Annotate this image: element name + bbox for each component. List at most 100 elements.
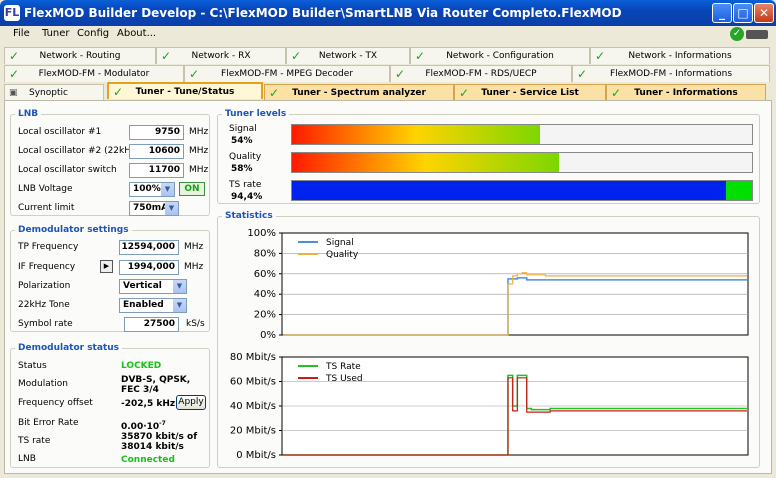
lnb-on-button[interactable]: ON <box>179 182 205 196</box>
tp-frequency-label: TP Frequency <box>18 242 79 252</box>
apply-button[interactable]: Apply <box>176 395 206 410</box>
menu-config[interactable]: Config <box>77 28 109 39</box>
ber-mantissa: 0.00·10 <box>121 422 160 432</box>
ts-rate-tick-label: 40 Mbit/s <box>230 401 276 412</box>
app-icon: FL <box>4 5 20 21</box>
current-limit-value: 750mA <box>133 203 169 213</box>
quality-bar <box>291 152 753 173</box>
tab-tuner-tune-status[interactable]: ✓ Tuner - Tune/Status <box>107 82 263 99</box>
tab-network-tx[interactable]: ✓ Network - TX <box>286 47 410 64</box>
ber-value: 0.00·10-7 <box>121 419 166 432</box>
lo1-input[interactable]: 9750 <box>129 125 184 140</box>
ts-rate-legend-label: TS Used <box>325 374 363 384</box>
tab-fm-modulator[interactable]: ✓ FlexMOD-FM - Modulator <box>4 65 184 82</box>
ts-rate-tick-label: 80 Mbit/s <box>230 352 276 363</box>
symbol-rate-unit: kS/s <box>186 319 205 329</box>
polarization-select[interactable]: Vertical ▼ <box>119 279 187 294</box>
synoptic-icon: ▣ <box>9 88 18 98</box>
ts-level-bar <box>291 180 753 201</box>
play-icon[interactable]: ▶ <box>100 260 113 273</box>
modulation-value-line2: FEC 3/4 <box>121 385 159 395</box>
tab-network-configuration[interactable]: ✓ Network - Configuration <box>410 47 590 64</box>
check-icon: ✓ <box>595 49 606 63</box>
tab-network-rx[interactable]: ✓ Network - RX <box>156 47 286 64</box>
ts-rate-tick-label: 0 Mbit/s <box>236 450 276 461</box>
tab-network-informations[interactable]: ✓ Network - Informations <box>590 47 770 64</box>
demod-settings-group: Demodulator settings TP Frequency 12594,… <box>10 225 210 332</box>
demod-settings-title: Demodulator settings <box>15 225 132 235</box>
close-button[interactable]: ✕ <box>754 3 774 23</box>
tab-tuner-informations[interactable]: ✓ Tuner - Informations <box>606 84 766 101</box>
menu-tuner[interactable]: Tuner <box>42 28 70 39</box>
lo1-unit: MHz <box>189 127 209 137</box>
minimize-button[interactable]: _ <box>712 3 732 23</box>
ber-label: Bit Error Rate <box>18 418 79 428</box>
current-limit-label: Current limit <box>18 203 75 213</box>
tone-value: Enabled <box>123 300 164 310</box>
tp-frequency-input[interactable]: 12594,000 <box>119 240 179 255</box>
ts-rate-value-line1: 35870 kbit/s of <box>121 432 198 442</box>
signal-quality-legend-label: Quality <box>326 250 359 260</box>
menu-file[interactable]: File <box>13 28 30 39</box>
lo-switch-label: Local oscillator switch <box>18 165 117 175</box>
signal-quality-tick-label: 0% <box>260 330 276 341</box>
if-frequency-input[interactable]: 1994,000 <box>119 260 179 275</box>
signal-quality-tick-label: 20% <box>254 310 276 321</box>
modulation-label: Modulation <box>18 379 68 389</box>
tone-select[interactable]: Enabled ▼ <box>119 298 187 313</box>
signal-bar <box>291 124 753 145</box>
check-icon: ✓ <box>189 67 200 81</box>
lo2-input[interactable]: 10600 <box>129 144 184 159</box>
tab-content: LNB Local oscillator #1 9750 MHz Local o… <box>4 100 772 474</box>
lnb-status-label: LNB <box>18 454 36 464</box>
chevron-down-icon: ▼ <box>161 183 174 196</box>
statistics-title: Statistics <box>222 211 276 221</box>
tab-fm-informations[interactable]: ✓ FlexMOD-FM - Informations <box>572 65 770 82</box>
ts-rate-legend-label: TS Rate <box>325 362 361 372</box>
signal-quality-plot-area <box>281 232 749 336</box>
signal-label: Signal <box>229 124 257 134</box>
signal-percent: 54% <box>231 136 253 146</box>
check-icon: ✓ <box>415 49 426 63</box>
signal-quality-tick-label: 80% <box>254 248 276 259</box>
window-title: FlexMOD Builder Develop - C:\FlexMOD Bui… <box>24 6 622 20</box>
tab-synoptic[interactable]: ▣ Synoptic <box>4 84 104 101</box>
frequency-offset-value: -202,5 kHz <box>121 399 176 409</box>
maximize-button[interactable]: □ <box>733 3 753 23</box>
lnb-group: LNB Local oscillator #1 9750 MHz Local o… <box>10 109 210 216</box>
tab-network-routing[interactable]: ✓ Network - Routing <box>4 47 156 64</box>
menu-about[interactable]: About... <box>117 28 156 39</box>
tab-tuner-spectrum-analyzer[interactable]: ✓ Tuner - Spectrum analyzer <box>264 84 454 101</box>
lnb-title: LNB <box>15 109 42 119</box>
tuner-levels-group: Tuner levels Signal 54% Quality 58% TS r… <box>217 109 760 204</box>
signal-quality-chart: 100% 80% 60% 40% 20% 0% Signal Quality <box>247 228 749 341</box>
symbol-rate-input[interactable]: 27500 <box>124 317 179 332</box>
demod-status-title: Demodulator status <box>15 343 122 353</box>
check-icon: ✓ <box>577 67 588 81</box>
tab-fm-mpeg-decoder[interactable]: ✓ FlexMOD-FM - MPEG Decoder <box>184 65 390 82</box>
ts-level-bar-fill <box>292 181 727 200</box>
ts-rate-label: TS rate <box>18 436 51 446</box>
tab-fm-rds-uecp[interactable]: ✓ FlexMOD-FM - RDS/UECP <box>390 65 572 82</box>
status-ok-icon: ✓ <box>730 27 744 41</box>
statistics-group: Statistics 100% 80% 60% 40% 20% 0% Signal Quali… <box>217 211 760 468</box>
check-icon: ✓ <box>161 49 172 63</box>
check-icon: ✓ <box>9 49 20 63</box>
current-limit-select[interactable]: 750mA ▼ <box>129 201 179 216</box>
symbol-rate-label: Symbol rate <box>18 319 73 329</box>
signal-quality-legend-label: Signal <box>326 238 354 248</box>
lo2-unit: MHz <box>189 146 209 156</box>
check-icon: ✓ <box>9 67 20 81</box>
quality-bar-fill <box>292 153 559 172</box>
polarization-label: Polarization <box>18 281 71 291</box>
lnb-voltage-select[interactable]: 100% ▼ <box>129 182 175 197</box>
check-icon: ✓ <box>269 86 280 100</box>
demod-status-group: Demodulator status Status LOCKED Modulat… <box>10 343 210 468</box>
tab-tuner-service-list[interactable]: ✓ Tuner - Service List <box>454 84 606 101</box>
title-bar: FL FlexMOD Builder Develop - C:\FlexMOD … <box>0 0 776 26</box>
lo-switch-input[interactable]: 11700 <box>129 163 184 178</box>
if-frequency-unit: MHz <box>184 262 204 272</box>
ts-rate-chart: 80 Mbit/s 60 Mbit/s 40 Mbit/s 20 Mbit/s 0 Mb… <box>230 352 749 461</box>
ts-level-label: TS rate <box>229 180 262 190</box>
frequency-offset-label: Frequency offset <box>18 398 93 408</box>
